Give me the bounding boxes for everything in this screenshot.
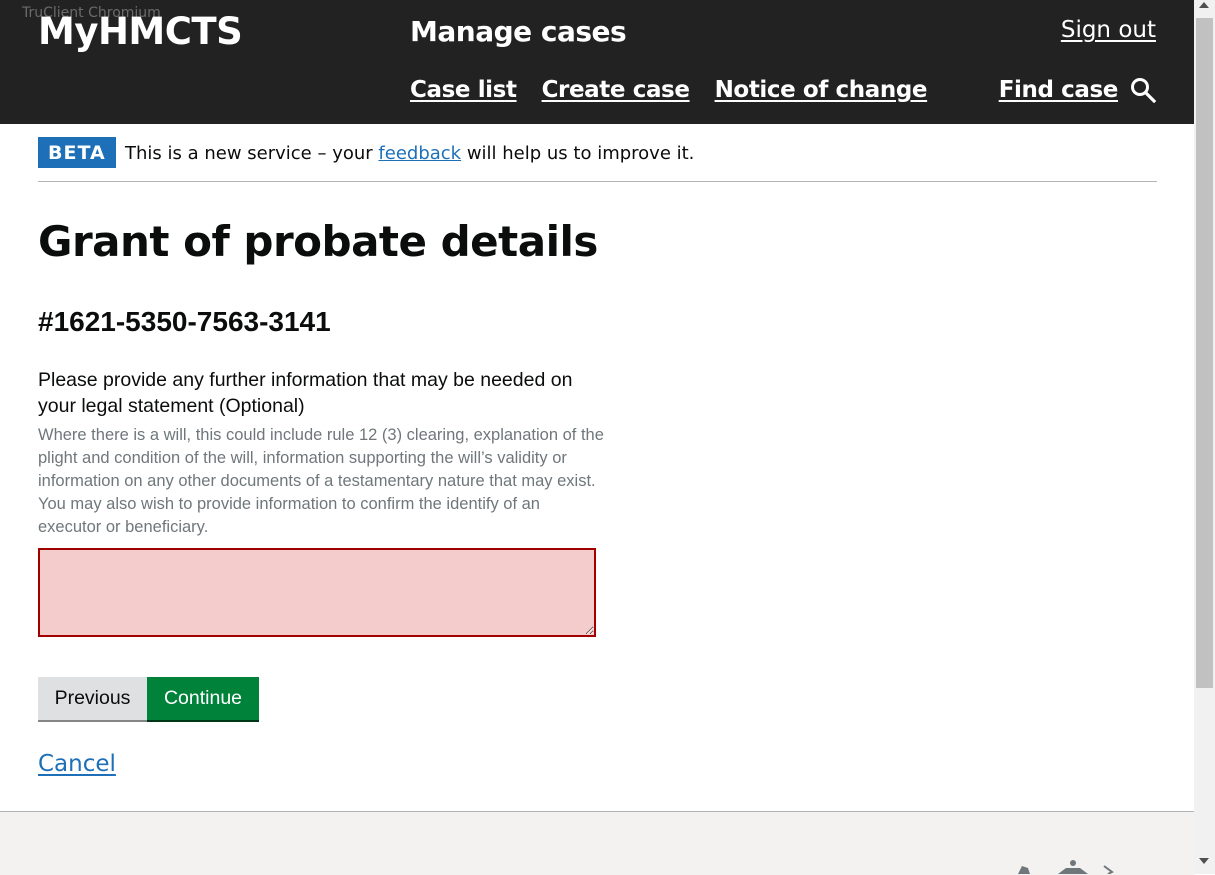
field-label: Please provide any further information t… bbox=[38, 369, 573, 417]
page: TruClient Chromium MyHMCTS Manage cases … bbox=[0, 0, 1194, 875]
page-title: Grant of probate details bbox=[38, 217, 598, 266]
beta-banner: BETA This is a new service – your feedba… bbox=[38, 136, 1157, 182]
beta-tag: BETA bbox=[38, 137, 116, 168]
continue-button[interactable]: Continue bbox=[147, 677, 259, 720]
nav-notice-of-change[interactable]: Notice of change bbox=[715, 77, 928, 103]
find-case: Find case bbox=[999, 77, 1156, 103]
scroll-up-arrow-icon[interactable] bbox=[1199, 2, 1209, 8]
site-header: TruClient Chromium MyHMCTS Manage cases … bbox=[0, 0, 1194, 124]
search-icon[interactable] bbox=[1130, 77, 1156, 103]
site-footer bbox=[0, 811, 1194, 875]
nav-create-case[interactable]: Create case bbox=[542, 77, 690, 103]
service-name: Manage cases bbox=[410, 15, 627, 48]
scrollbar-thumb[interactable] bbox=[1196, 18, 1213, 688]
scroll-down-arrow-icon[interactable] bbox=[1199, 858, 1209, 864]
beta-text-after: will help us to improve it. bbox=[461, 143, 695, 164]
sign-out-link[interactable]: Sign out bbox=[1061, 17, 1156, 43]
case-reference: #1621-5350-7563-3141 bbox=[38, 306, 331, 337]
beta-text-before: This is a new service – your bbox=[125, 143, 379, 164]
cancel-link[interactable]: Cancel bbox=[38, 751, 116, 777]
beta-message: This is a new service – your feedback wi… bbox=[125, 143, 694, 164]
royal-crest-icon bbox=[1018, 860, 1114, 874]
legal-statement-textarea[interactable] bbox=[38, 548, 596, 637]
feedback-link[interactable]: feedback bbox=[378, 143, 461, 164]
nav-case-list[interactable]: Case list bbox=[410, 77, 517, 103]
field-hint: Where there is a will, this could includ… bbox=[38, 426, 604, 536]
find-case-link[interactable]: Find case bbox=[999, 77, 1119, 103]
brand-logo[interactable]: MyHMCTS bbox=[38, 10, 243, 53]
previous-button[interactable]: Previous bbox=[38, 677, 147, 720]
primary-nav: Case list Create case Notice of change bbox=[410, 77, 928, 103]
vertical-scrollbar[interactable] bbox=[1194, 0, 1215, 874]
